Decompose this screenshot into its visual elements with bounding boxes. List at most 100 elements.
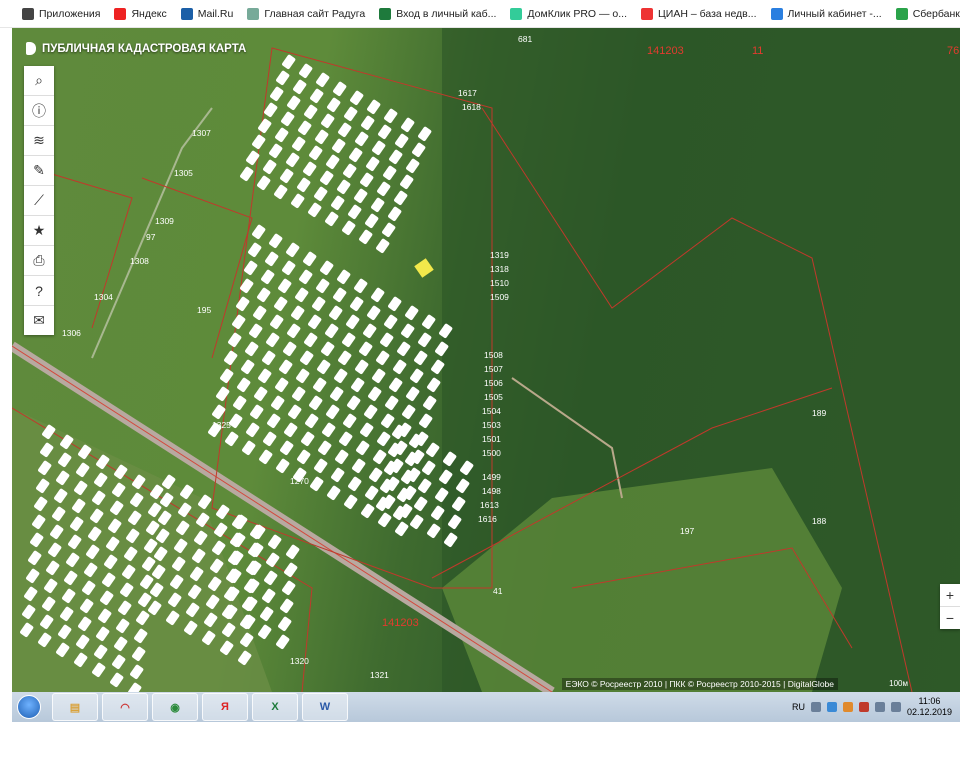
parcel-tag[interactable] [227, 332, 242, 348]
parcel-tag[interactable] [273, 296, 288, 312]
parcel-tag[interactable] [354, 131, 369, 147]
parcel-tag[interactable] [256, 175, 271, 191]
parcel-tag[interactable] [338, 431, 353, 447]
parcel-tag[interactable] [263, 570, 278, 586]
parcel-tag[interactable] [281, 54, 296, 70]
parcel-tag[interactable] [375, 350, 390, 366]
parcel-tag[interactable] [295, 368, 310, 384]
parcel-tag[interactable] [260, 269, 275, 285]
parcel-tag[interactable] [314, 129, 329, 145]
bookmark-item[interactable]: Сбербанк Онлайн [895, 7, 960, 20]
parcel-tag[interactable] [404, 305, 419, 321]
parcel-tag[interactable] [379, 332, 394, 348]
parcel-tag[interactable] [285, 242, 300, 258]
parcel-tag[interactable] [326, 485, 341, 501]
parcel-number-label[interactable]: 681 [518, 34, 532, 44]
help-button[interactable]: ? [24, 276, 54, 306]
parcel-tag[interactable] [330, 195, 345, 211]
parcel-tag[interactable] [417, 126, 432, 142]
parcel-tag[interactable] [413, 350, 428, 366]
parcel-tag[interactable] [364, 485, 379, 501]
parcel-tag[interactable] [290, 305, 305, 321]
parcel-tag[interactable] [366, 305, 381, 321]
parcel-number-label[interactable]: 1321 [370, 670, 389, 680]
parcel-number-label[interactable]: 1510 [490, 278, 509, 288]
layers-button[interactable]: ≋ [24, 126, 54, 156]
parcel-number-label[interactable]: 197 [680, 526, 694, 536]
parcel-tag[interactable] [283, 562, 298, 578]
parcel-tag[interactable] [333, 368, 348, 384]
parcel-tag[interactable] [336, 269, 351, 285]
parcel-number-label[interactable]: 1503 [482, 420, 501, 430]
parcel-tag[interactable] [294, 287, 309, 303]
parcel-tag[interactable] [337, 350, 352, 366]
parcel-tag[interactable] [319, 260, 334, 276]
chrome-taskbar-button[interactable]: ◉ [152, 693, 198, 721]
favorites-button[interactable]: ★ [24, 216, 54, 246]
parcel-tag[interactable] [251, 134, 266, 150]
parcel-tag[interactable] [358, 341, 373, 357]
parcel-tag[interactable] [275, 70, 290, 86]
parcel-number-label[interactable]: 1305 [174, 168, 193, 178]
parcel-tag[interactable] [376, 181, 391, 197]
parcel-tag[interactable] [426, 523, 441, 539]
parcel-tag[interactable] [372, 449, 387, 465]
parcel-number-label[interactable]: 1617 [458, 88, 477, 98]
parcel-tag[interactable] [257, 368, 272, 384]
parcel-tag[interactable] [411, 142, 426, 158]
parcel-number-label[interactable]: 1325 [212, 420, 231, 430]
parcel-tag[interactable] [277, 616, 292, 632]
parcel-tag[interactable] [362, 323, 377, 339]
parcel-tag[interactable] [268, 233, 283, 249]
parcel-number-label[interactable]: 11 [752, 45, 763, 57]
info-button[interactable]: ⓘ [24, 96, 54, 126]
parcel-tag[interactable] [256, 287, 271, 303]
parcel-number-label[interactable]: 1507 [484, 364, 503, 374]
parcel-tag[interactable] [297, 120, 312, 136]
parcel-tag[interactable] [421, 314, 436, 330]
parcel-tag[interactable] [247, 242, 262, 258]
parcel-number-label[interactable]: 1499 [482, 472, 501, 482]
parcel-tag[interactable] [261, 588, 276, 604]
parcel-tag[interactable] [370, 197, 385, 213]
parcel-tag[interactable] [377, 124, 392, 140]
parcel-tag[interactable] [265, 332, 280, 348]
parcel-tag[interactable] [286, 95, 301, 111]
parcel-tag[interactable] [394, 521, 409, 537]
parcel-tag[interactable] [417, 332, 432, 348]
parcel-tag[interactable] [300, 431, 315, 447]
parcel-tag[interactable] [417, 478, 432, 494]
parcel-tag[interactable] [285, 152, 300, 168]
language-indicator[interactable]: RU [792, 702, 805, 712]
parcel-tag[interactable] [405, 386, 420, 402]
parcel-tag[interactable] [239, 166, 254, 182]
parcel-tag[interactable] [330, 467, 345, 483]
bookmark-item[interactable]: Личный кабинет -... [770, 7, 882, 20]
parcel-tag[interactable] [348, 147, 363, 163]
parcel-number-label[interactable]: 1307 [192, 128, 211, 138]
parcel-tag[interactable] [275, 458, 290, 474]
parcel-tag[interactable] [219, 368, 234, 384]
parcel-tag[interactable] [291, 386, 306, 402]
parcel-number-label[interactable]: 141203 [382, 617, 419, 629]
parcel-number-label[interactable]: 41 [493, 586, 503, 596]
parcel-tag[interactable] [269, 86, 284, 102]
parcel-tag[interactable] [342, 163, 357, 179]
parcel-tag[interactable] [353, 278, 368, 294]
parcel-tag[interactable] [394, 133, 409, 149]
parcel-number-label[interactable]: 1506 [484, 378, 503, 388]
parcel-tag[interactable] [287, 404, 302, 420]
parcel-tag[interactable] [359, 172, 374, 188]
parcel-tag[interactable] [286, 323, 301, 339]
parcel-tag[interactable] [359, 422, 374, 438]
parcel-tag[interactable] [320, 113, 335, 129]
parcel-tag[interactable] [275, 634, 290, 650]
parcel-tag[interactable] [360, 115, 375, 131]
parcel-tag[interactable] [249, 404, 264, 420]
parcel-tag[interactable] [263, 102, 278, 118]
parcel-number-label[interactable]: 1320 [290, 656, 309, 666]
parcel-tag[interactable] [258, 449, 273, 465]
parcel-tag[interactable] [319, 170, 334, 186]
parcel-tag[interactable] [223, 350, 238, 366]
bookmark-item[interactable]: Mail.Ru [180, 7, 233, 20]
